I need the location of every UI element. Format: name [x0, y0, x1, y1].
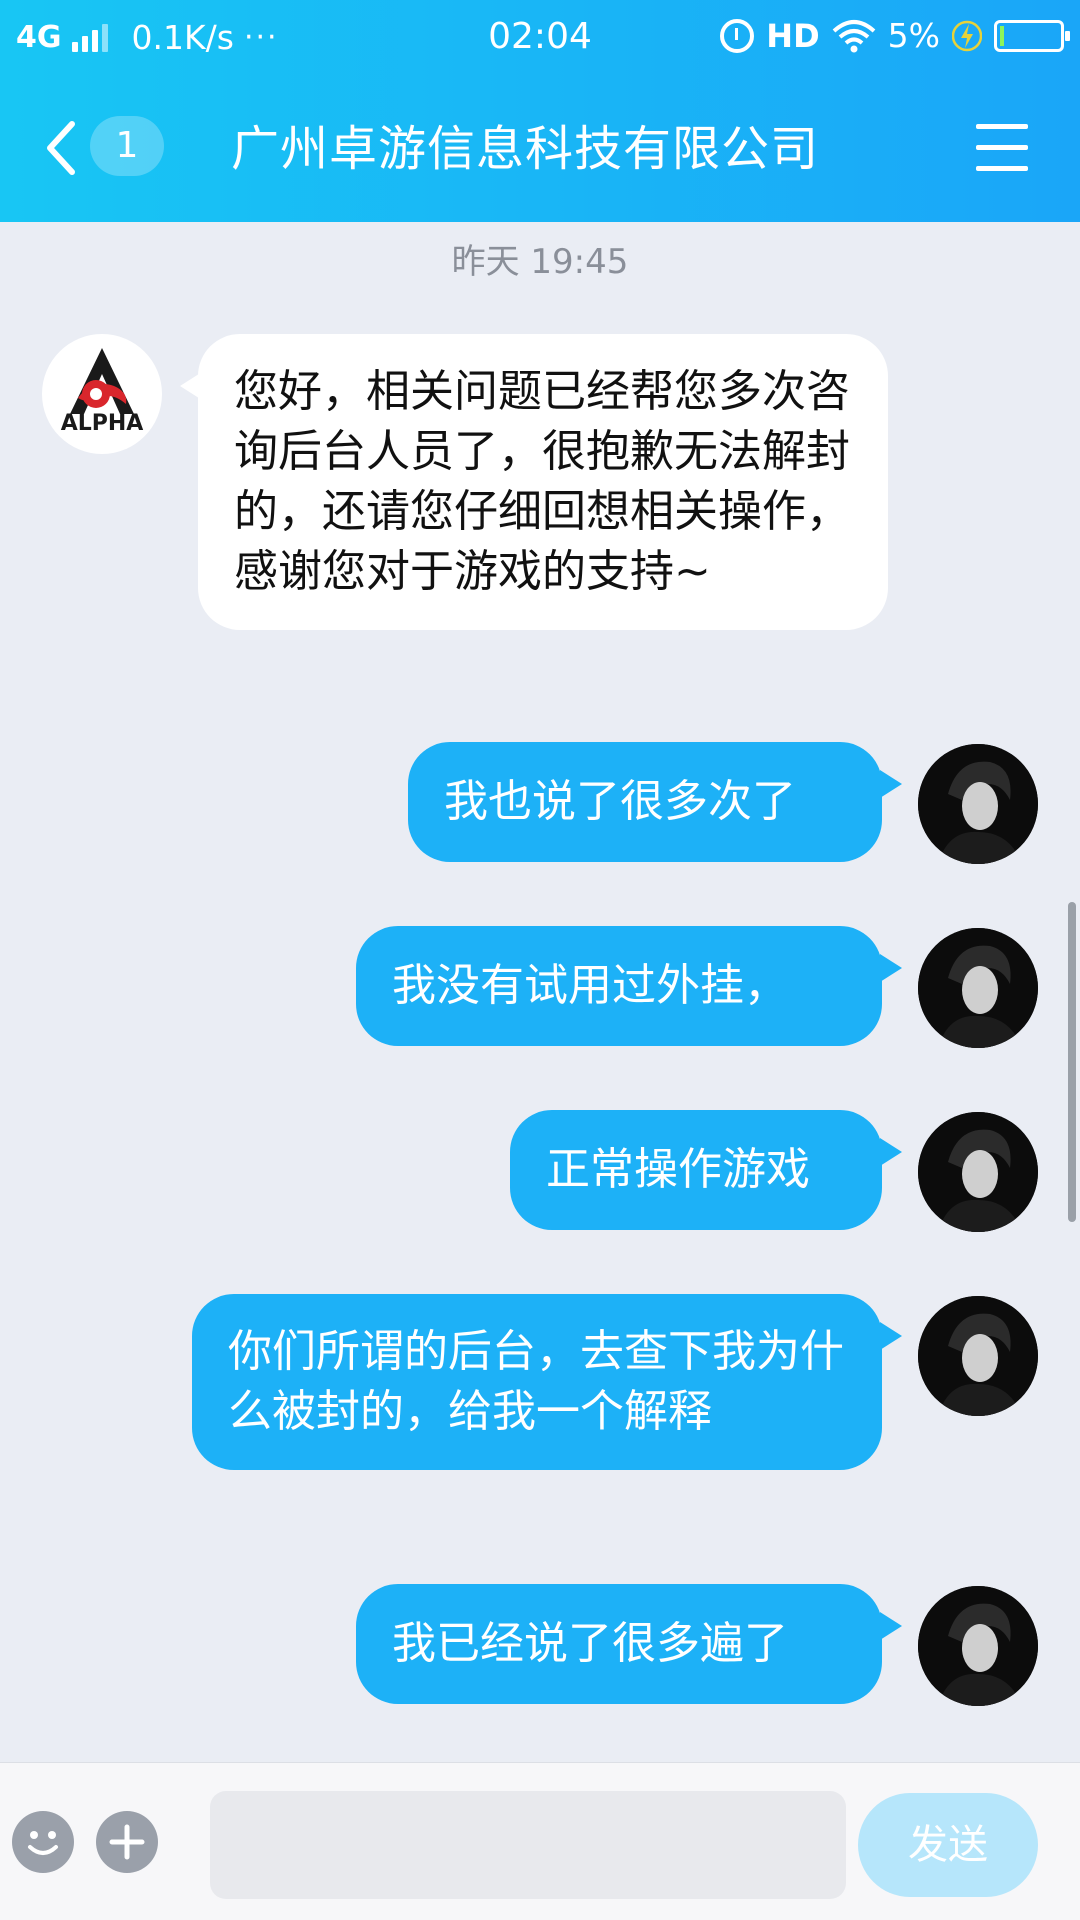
status-right: HD 5%: [720, 16, 1070, 55]
plus-icon: [109, 1824, 145, 1860]
menu-button[interactable]: [976, 124, 1032, 172]
message-bubble[interactable]: 正常操作游戏: [510, 1110, 882, 1230]
bubble-tail: [880, 770, 902, 798]
user-avatar[interactable]: [918, 744, 1038, 864]
hd-badge: HD: [766, 16, 820, 55]
chat-area[interactable]: 昨天 19:45 ALPHA 您好，相关问题已经帮您多次咨询后台人员了，很抱歉无…: [0, 222, 1080, 1762]
bubble-tail: [880, 1322, 902, 1350]
nav-bar: 1 广州卓游信息科技有限公司: [0, 76, 1080, 222]
user-avatar-icon: [918, 1112, 1038, 1232]
unread-badge[interactable]: 1: [90, 116, 164, 176]
message-bubble[interactable]: 我也说了很多次了: [408, 742, 882, 862]
charging-icon: [952, 20, 982, 51]
user-avatar-icon: [918, 928, 1038, 1048]
user-avatar-icon: [918, 1586, 1038, 1706]
user-avatar[interactable]: [918, 928, 1038, 1048]
bubble-tail: [880, 1612, 902, 1640]
smiley-icon: [28, 1831, 58, 1855]
message-bubble[interactable]: 您好，相关问题已经帮您多次咨询后台人员了，很抱歉无法解封的，还请您仔细回想相关操…: [198, 334, 888, 630]
message-bubble[interactable]: 你们所谓的后台，去查下我为什么被封的，给我一个解释: [192, 1294, 882, 1470]
send-button[interactable]: 发送: [858, 1793, 1038, 1897]
alarm-icon: [720, 18, 755, 53]
header: 4G 0.1K/s ··· 02:04 HD 5% 1 广州卓游信息科技有限公司: [0, 0, 1080, 222]
more-button[interactable]: [96, 1811, 158, 1873]
user-avatar[interactable]: [918, 1296, 1038, 1416]
scrollbar[interactable]: [1068, 902, 1076, 1222]
user-avatar[interactable]: [918, 1112, 1038, 1232]
chat-title: 广州卓游信息科技有限公司: [230, 121, 819, 177]
menu-icon: [976, 124, 1028, 129]
user-avatar[interactable]: [918, 1586, 1038, 1706]
message-bubble[interactable]: 我已经说了很多遍了: [356, 1584, 882, 1704]
message-input[interactable]: [210, 1791, 846, 1899]
bubble-tail: [880, 954, 902, 982]
bubble-tail: [880, 1138, 902, 1166]
chevron-left-icon: [47, 121, 75, 175]
company-avatar[interactable]: ALPHA: [42, 334, 162, 454]
wifi-icon: [832, 19, 875, 52]
status-bar: 4G 0.1K/s ··· 02:04 HD 5%: [0, 0, 1080, 76]
svg-text:ALPHA: ALPHA: [61, 411, 144, 436]
message-bubble[interactable]: 我没有试用过外挂，: [356, 926, 882, 1046]
message-timestamp: 昨天 19:45: [451, 242, 629, 282]
alpha-logo-icon: ALPHA: [61, 348, 144, 436]
user-avatar-icon: [918, 744, 1038, 864]
emoji-button[interactable]: [12, 1811, 74, 1873]
battery-icon: [994, 19, 1070, 52]
battery-percent: 5%: [887, 16, 940, 55]
input-bar: 发送: [0, 1762, 1080, 1920]
user-avatar-icon: [918, 1296, 1038, 1416]
